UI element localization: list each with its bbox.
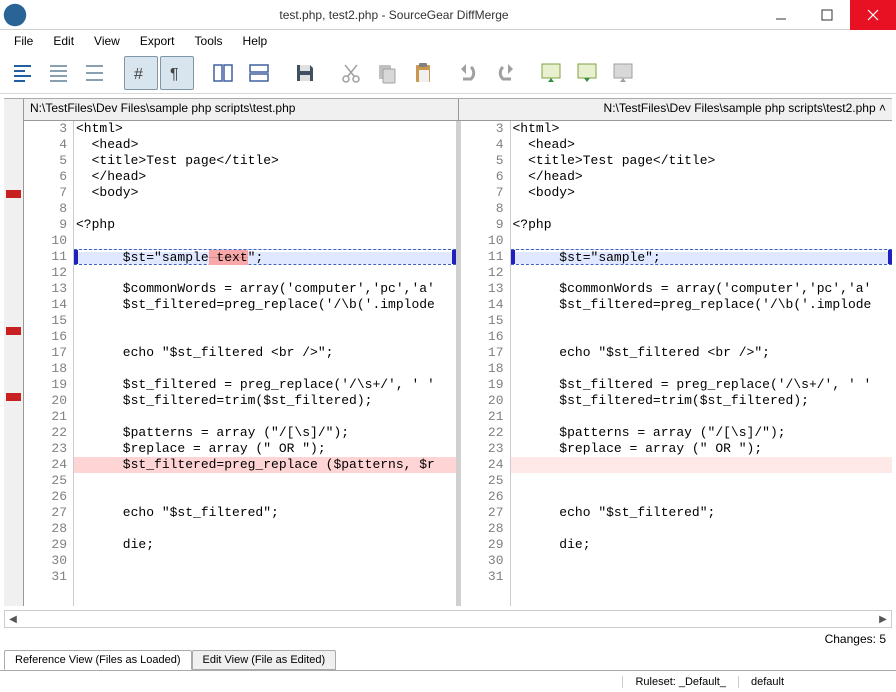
overview-ruler[interactable] <box>4 99 24 606</box>
undo-icon[interactable] <box>452 56 486 90</box>
redo-icon[interactable] <box>488 56 522 90</box>
tab-reference-view[interactable]: Reference View (Files as Loaded) <box>4 650 192 670</box>
align-lines-icon[interactable] <box>42 56 76 90</box>
right-code[interactable]: <html> <head> <title>Test page</title> <… <box>511 121 893 606</box>
scroll-right-icon[interactable]: ▶ <box>875 611 891 627</box>
svg-text:#: # <box>134 66 143 83</box>
status-ruleset: Ruleset: _Default_ <box>622 676 738 688</box>
changes-count: Changes: 5 <box>0 630 896 648</box>
split-horizontal-icon[interactable] <box>242 56 276 90</box>
titlebar: test.php, test2.php - SourceGear DiffMer… <box>0 0 896 30</box>
right-file-path: N:\TestFiles\Dev Files\sample php script… <box>458 99 893 121</box>
minimize-button[interactable] <box>758 0 804 30</box>
copy-icon[interactable] <box>370 56 404 90</box>
menu-edit[interactable]: Edit <box>45 32 82 50</box>
status-mode: default <box>738 676 796 688</box>
toolbar: # ¶ <box>0 52 896 94</box>
menu-view[interactable]: View <box>86 32 128 50</box>
collapse-icon[interactable]: ˄ <box>879 101 886 115</box>
tab-edit-view[interactable]: Edit View (File as Edited) <box>192 650 337 670</box>
cut-icon[interactable] <box>334 56 368 90</box>
window-title: test.php, test2.php - SourceGear DiffMer… <box>30 8 758 22</box>
diff-content: N:\TestFiles\Dev Files\sample php script… <box>4 98 892 606</box>
left-file-path: N:\TestFiles\Dev Files\sample php script… <box>24 99 458 121</box>
align-lines2-icon[interactable] <box>78 56 112 90</box>
close-button[interactable] <box>850 0 896 30</box>
menu-export[interactable]: Export <box>132 32 183 50</box>
scroll-left-icon[interactable]: ◀ <box>5 611 21 627</box>
app-icon <box>0 0 30 30</box>
left-line-numbers: 3456789101112131415161718192021222324252… <box>24 121 74 606</box>
menubar: File Edit View Export Tools Help <box>0 30 896 52</box>
maximize-button[interactable] <box>804 0 850 30</box>
statusbar: Ruleset: _Default_ default <box>0 670 896 692</box>
menu-file[interactable]: File <box>6 32 41 50</box>
horizontal-scrollbar[interactable]: ◀ ▶ <box>4 610 892 628</box>
save-icon[interactable] <box>288 56 322 90</box>
menu-help[interactable]: Help <box>235 32 276 50</box>
nav-next-icon[interactable] <box>570 56 604 90</box>
left-code[interactable]: <html> <head> <title>Test page</title> <… <box>74 121 456 606</box>
left-pane[interactable]: 3456789101112131415161718192021222324252… <box>24 121 456 606</box>
menu-tools[interactable]: Tools <box>187 32 231 50</box>
view-tabs: Reference View (Files as Loaded) Edit Vi… <box>0 648 896 670</box>
paste-icon[interactable] <box>406 56 440 90</box>
hash-icon[interactable]: # <box>124 56 158 90</box>
pilcrow-icon[interactable]: ¶ <box>160 56 194 90</box>
nav-first-icon[interactable] <box>534 56 568 90</box>
nav-last-icon[interactable] <box>606 56 640 90</box>
right-pane[interactable]: 3456789101112131415161718192021222324252… <box>456 121 893 606</box>
align-left-icon[interactable] <box>6 56 40 90</box>
split-vertical-icon[interactable] <box>206 56 240 90</box>
right-line-numbers: 3456789101112131415161718192021222324252… <box>461 121 511 606</box>
svg-text:¶: ¶ <box>170 66 179 83</box>
